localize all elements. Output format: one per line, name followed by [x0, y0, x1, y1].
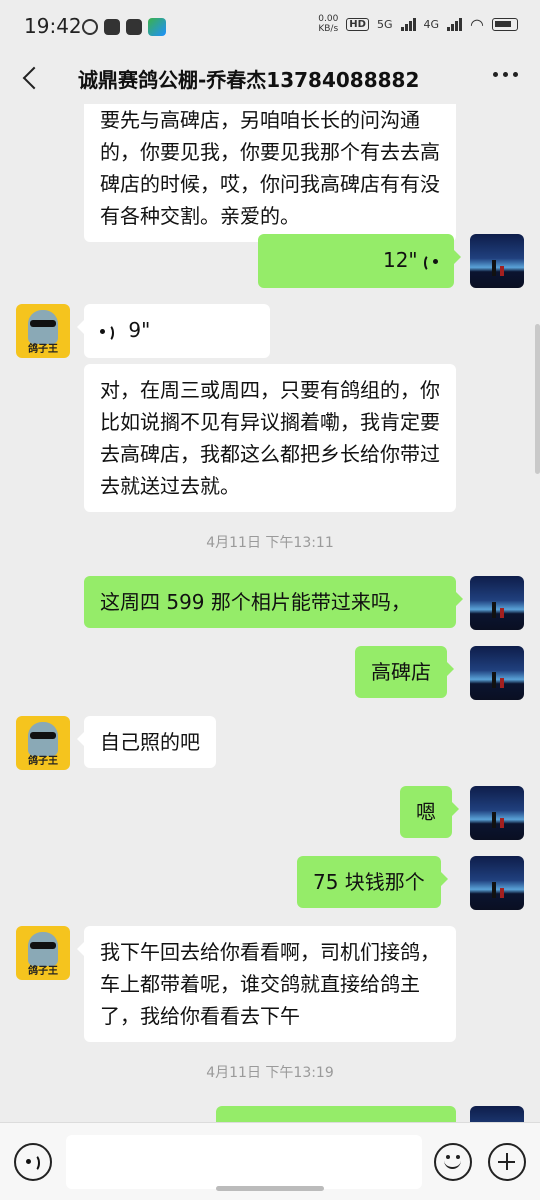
signal-icon	[400, 17, 416, 31]
voice-wave-icon	[100, 323, 114, 342]
emoji-icon	[444, 1159, 461, 1169]
self-avatar[interactable]	[470, 646, 524, 700]
message-notification-icon	[126, 19, 142, 35]
message-bubble-sent[interactable]: 这周四 599 那个相片能带过来吗，	[84, 576, 463, 628]
status-time: 19:42	[24, 14, 82, 38]
avatar-label: 鸽子王	[28, 344, 58, 355]
k-circle-icon	[82, 19, 98, 35]
more-options-button[interactable]	[493, 72, 518, 77]
hd-icon: HD	[346, 17, 369, 31]
contact-avatar[interactable]: 鸽子王	[16, 304, 70, 358]
gesture-navigation-bar[interactable]	[216, 1186, 324, 1191]
chat-header: 诚鼎赛鸽公棚-乔春杰13784088882	[0, 52, 540, 104]
message-bubble-sent-partial[interactable]	[216, 1106, 456, 1122]
chat-notification-icon	[104, 19, 120, 35]
self-avatar[interactable]	[470, 1106, 524, 1122]
net-5g-label: 5G	[376, 17, 393, 31]
message-bubble-received[interactable]: 我下午回去给你看看啊，司机们接鸽，车上都带着呢，谁交鸽就直接给鸽主了，我给你看看…	[77, 926, 456, 1042]
message-bubble-received[interactable]: 自己照的吧	[77, 716, 216, 768]
self-avatar[interactable]	[470, 576, 524, 630]
emoji-button[interactable]	[434, 1143, 472, 1181]
message-bubble-sent[interactable]: 嗯	[400, 786, 459, 838]
self-avatar[interactable]	[470, 234, 524, 288]
avatar-label: 鸽子王	[28, 966, 58, 977]
voice-message-sent[interactable]: 12"	[258, 234, 461, 288]
chat-title: 诚鼎赛鸽公棚-乔春杰13784088882	[78, 68, 420, 92]
message-bubble-received[interactable]: 对，在周三或周四，只要有鸽组的，你比如说搁不见有异议搁着嘞，我肯定要去高碑店，我…	[84, 364, 456, 512]
message-input[interactable]	[66, 1135, 422, 1189]
contact-avatar[interactable]: 鸽子王	[16, 716, 70, 770]
voice-icon	[26, 1153, 40, 1172]
voice-message-received[interactable]: 9"	[77, 304, 270, 358]
chat-messages[interactable]: 要先与高碑店，另咱咱长长的问沟通的，你要见我，你要见我那个有去去高碑店的时候，哎…	[0, 104, 540, 1122]
status-right: 0.00 KB/s HD 5G 4G ◠	[318, 14, 518, 34]
voice-wave-icon	[424, 253, 438, 271]
voice-input-button[interactable]	[14, 1143, 52, 1181]
message-bubble-received[interactable]: 要先与高碑店，另咱咱长长的问沟通的，你要见我，你要见我那个有去去高碑店的时候，哎…	[84, 104, 456, 242]
net-4g-label: 4G	[423, 17, 440, 31]
notification-icons	[82, 18, 166, 36]
network-speed: 0.00 KB/s	[318, 14, 338, 34]
speed-unit: KB/s	[318, 24, 339, 34]
speed-value: 0.00	[318, 14, 339, 24]
self-avatar[interactable]	[470, 856, 524, 910]
avatar-label: 鸽子王	[28, 756, 58, 767]
status-bar: 19:42 0.00 KB/s HD 5G 4G ◠	[0, 0, 540, 52]
message-bubble-sent[interactable]: 高碑店	[355, 646, 454, 698]
more-actions-button[interactable]	[488, 1143, 526, 1181]
wifi-icon: ◠	[470, 14, 484, 34]
timestamp: 4月11日 下午13:19	[206, 1065, 334, 1081]
message-bubble-sent[interactable]: 75 块钱那个	[297, 856, 448, 908]
app-notification-icon	[148, 18, 166, 36]
voice-duration: 9"	[128, 318, 151, 342]
timestamp: 4月11日 下午13:11	[206, 535, 334, 551]
signal-icon-2	[447, 17, 463, 31]
scrollbar[interactable]	[535, 324, 540, 474]
back-button[interactable]	[14, 58, 50, 98]
self-avatar[interactable]	[470, 786, 524, 840]
battery-icon	[492, 17, 518, 31]
contact-avatar[interactable]: 鸽子王	[16, 926, 70, 980]
voice-duration: 12"	[382, 248, 418, 272]
